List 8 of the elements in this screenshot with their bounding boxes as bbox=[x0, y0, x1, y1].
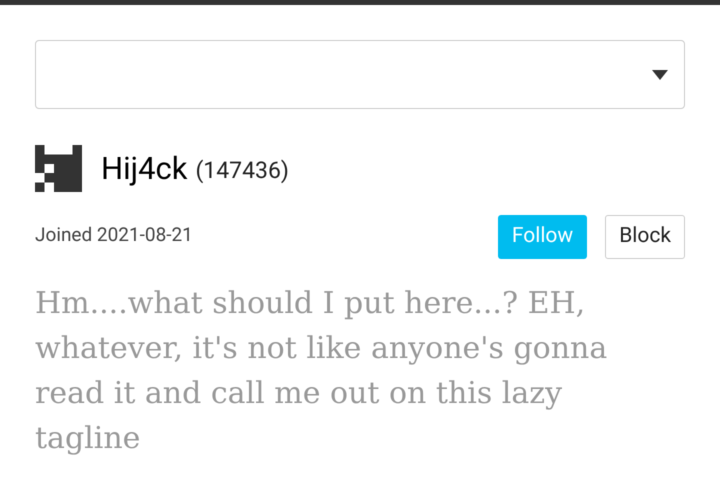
caret-icon bbox=[652, 70, 668, 80]
block-button[interactable]: Block bbox=[605, 215, 685, 259]
joined-date: Joined 2021-08-21 bbox=[35, 225, 193, 244]
tagline: Hm....what should I put here...? EH, whatever, it's not like anyone's gonna read it and call me out on this lazy tagline bbox=[35, 285, 608, 458]
avatar-icon bbox=[35, 145, 82, 192]
user-points: (147436) bbox=[195, 159, 289, 182]
username[interactable]: Hij4ck bbox=[101, 153, 188, 184]
select-field[interactable] bbox=[35, 40, 685, 109]
